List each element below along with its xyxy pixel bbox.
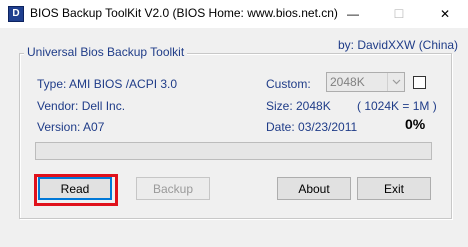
groupbox-legend: Universal Bios Backup Toolkit [24, 45, 188, 59]
maximize-button[interactable]: ☐ [376, 0, 422, 28]
maximize-icon: ☐ [393, 7, 405, 21]
about-button[interactable]: About [277, 177, 351, 200]
minimize-icon: — [347, 7, 359, 21]
date-label: Date: 03/23/2011 [266, 120, 358, 134]
close-button[interactable]: ✕ [422, 0, 468, 28]
custom-size-select[interactable]: 2048K [326, 72, 405, 92]
vendor-label: Vendor: Dell Inc. [37, 99, 126, 113]
custom-size-value: 2048K [330, 75, 365, 89]
bios-type-label: Type: AMI BIOS /ACPI 3.0 [37, 77, 178, 91]
read-button[interactable]: Read [38, 177, 112, 200]
author-byline: by: DavidXXW (China) [338, 38, 459, 52]
custom-label: Custom: [266, 77, 311, 91]
custom-size-checkbox[interactable] [413, 76, 426, 89]
size-detail-label: ( 1024K = 1M ) [357, 99, 437, 113]
progress-percent: 0% [405, 116, 426, 132]
close-icon: ✕ [439, 7, 451, 21]
progress-bar [35, 142, 432, 160]
window-title: BIOS Backup ToolKit V2.0 (BIOS Home: www… [30, 6, 338, 20]
app-icon: D [8, 6, 24, 22]
size-label: Size: 2048K [266, 99, 331, 113]
exit-button[interactable]: Exit [357, 177, 431, 200]
title-bar[interactable]: D BIOS Backup ToolKit V2.0 (BIOS Home: w… [0, 0, 468, 28]
version-label: Version: A07 [37, 120, 105, 134]
backup-button[interactable]: Backup [136, 177, 210, 200]
minimize-button[interactable]: — [330, 0, 376, 28]
chevron-down-icon [387, 73, 404, 91]
